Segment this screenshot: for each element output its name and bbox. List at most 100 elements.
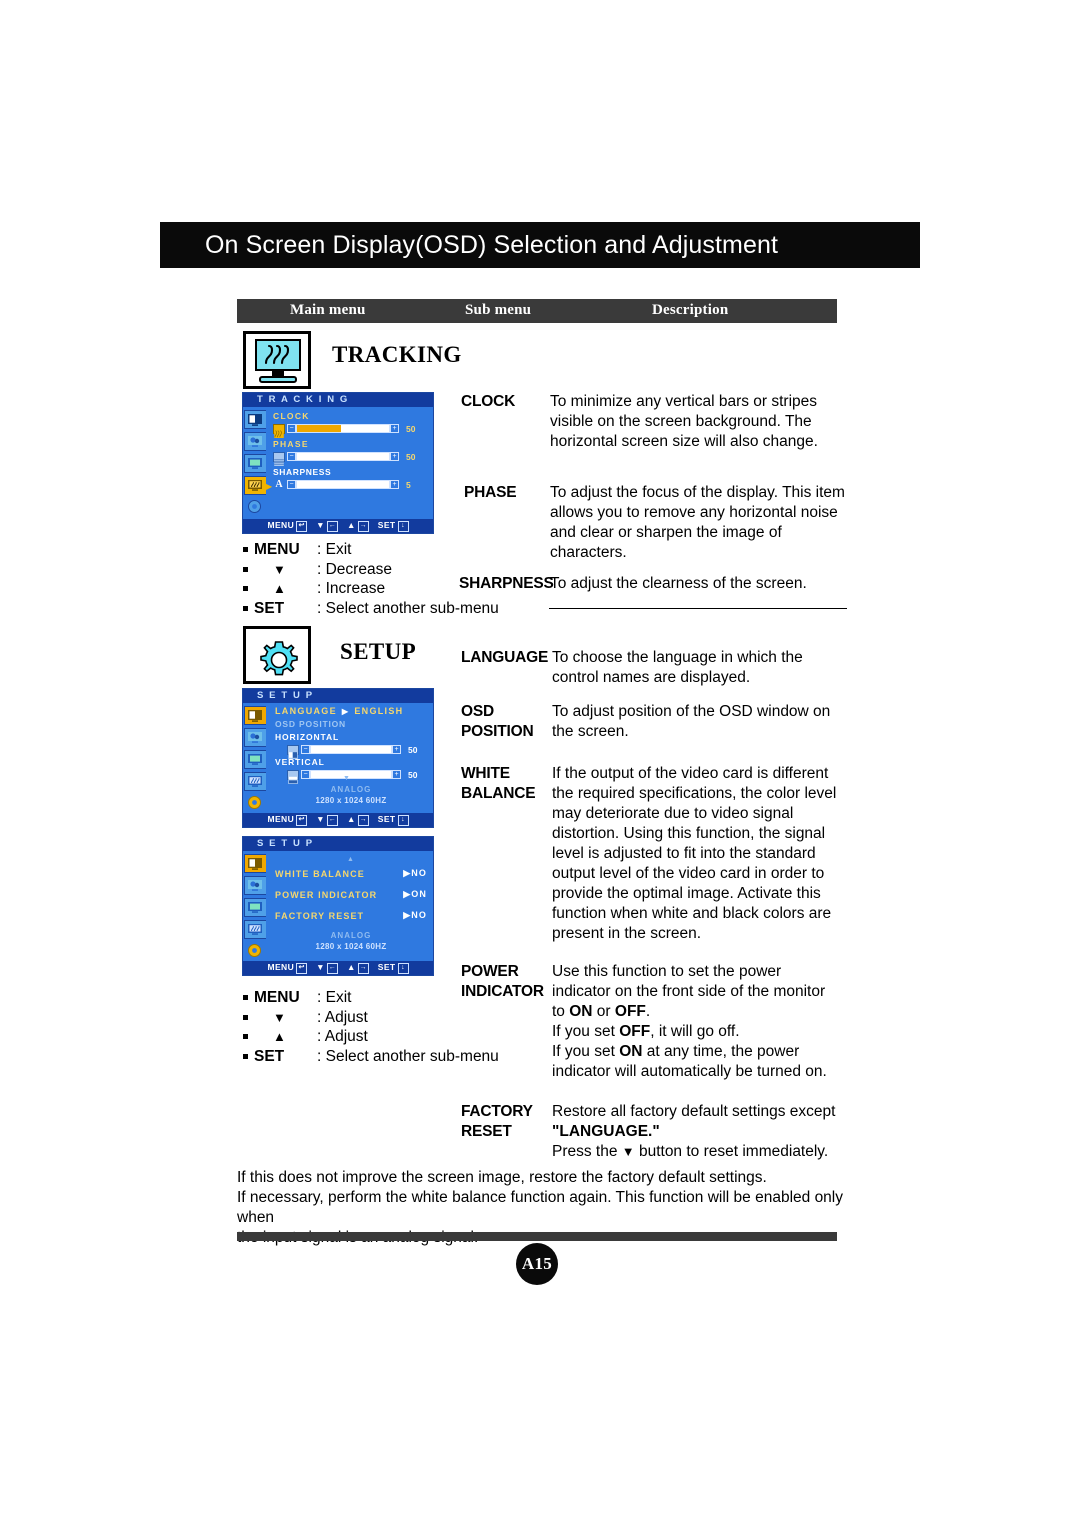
osd-down-button[interactable]: ▼ ← bbox=[316, 962, 338, 974]
column-header-sub-menu: Sub menu bbox=[465, 302, 532, 318]
horizontal-value: 50 bbox=[408, 744, 418, 755]
osd-menu-button[interactable]: MENU ↩ bbox=[267, 962, 308, 974]
phase-track[interactable] bbox=[296, 452, 390, 461]
phase-value: 50 bbox=[406, 451, 416, 462]
osd-osd-position-label: OSD POSITION bbox=[275, 719, 346, 729]
osd-tab-color-icon[interactable] bbox=[244, 728, 266, 747]
osd-slider-sharpness[interactable]: A − + 5 bbox=[273, 479, 431, 490]
osd-tab-position-icon[interactable] bbox=[244, 898, 266, 917]
osd-title-tracking: T R A C K I N G bbox=[243, 393, 433, 407]
chevron-right-icon: ▶ bbox=[341, 706, 350, 716]
page-title: On Screen Display(OSD) Selection and Adj… bbox=[205, 231, 779, 259]
clock-value: 50 bbox=[406, 423, 416, 434]
osd-set-button[interactable]: SET ↓ bbox=[378, 814, 409, 826]
osd-resolution: 1280 x 1024 60HZ bbox=[315, 796, 387, 805]
osd-sidebar-setup-1 bbox=[243, 703, 269, 813]
tracking-osd-screen: T R A C K I N G ▶ CLOCK − + 50 PHASE − +… bbox=[242, 392, 434, 534]
osd-tab-setup-icon[interactable] bbox=[244, 498, 266, 517]
osd-set-button[interactable]: SET ↓ bbox=[378, 520, 409, 532]
osd-up-button[interactable]: ▲ → bbox=[347, 520, 369, 532]
clock-track[interactable] bbox=[296, 424, 390, 433]
osd-tab-setup-icon-selected[interactable] bbox=[244, 794, 266, 813]
sub-menu-white-balance-line2: BALANCE bbox=[461, 785, 536, 802]
page-header-banner: On Screen Display(OSD) Selection and Adj… bbox=[160, 222, 920, 268]
osd-tab-color-icon[interactable] bbox=[244, 432, 266, 451]
osd-down-button[interactable]: ▼ ← bbox=[316, 520, 338, 532]
sub-menu-factory-reset: FACTORY RESET bbox=[461, 1102, 533, 1142]
down-arrow-icon: ▼ bbox=[273, 1009, 286, 1025]
osd-option-value-wrap: ▶NO bbox=[403, 910, 427, 921]
osd-tab-position-icon[interactable] bbox=[244, 454, 266, 473]
desc-line: to ON or OFF. bbox=[552, 1003, 651, 1020]
vertical-increase-button[interactable]: + bbox=[392, 770, 401, 779]
osd-slider-vertical[interactable]: − + 50 bbox=[275, 769, 431, 784]
osd-down-button[interactable]: ▼ ← bbox=[316, 814, 338, 826]
osd-tab-tracking-icon[interactable] bbox=[244, 920, 266, 939]
osd-menu-button[interactable]: MENU ↩ bbox=[267, 520, 308, 532]
osd-up-button[interactable]: ▲ → bbox=[347, 962, 369, 974]
osd-slider-clock[interactable]: − + 50 bbox=[273, 423, 431, 438]
osd-tab-position-icon[interactable] bbox=[244, 750, 266, 769]
description-phase: To adjust the focus of the display. This… bbox=[550, 484, 845, 561]
sharpness-decrease-button[interactable]: − bbox=[287, 480, 296, 489]
osd-footer-setup-2: MENU ↩ ▼ ← ▲ → SET ↓ bbox=[243, 961, 433, 975]
osd-option-value: ON bbox=[411, 889, 427, 899]
up-arrow-icon: ▲ bbox=[273, 581, 286, 596]
osd-language-row[interactable]: LANGUAGE ▶ ENGLISH bbox=[275, 706, 431, 716]
section-divider bbox=[549, 608, 847, 609]
sharpness-increase-button[interactable]: + bbox=[390, 480, 399, 489]
clock-increase-button[interactable]: + bbox=[390, 424, 399, 433]
osd-tab-color-icon[interactable] bbox=[244, 876, 266, 895]
desc-line: Restore all factory default settings exc… bbox=[552, 1103, 836, 1120]
sharpness-track[interactable] bbox=[296, 480, 390, 489]
horizontal-glyph-icon bbox=[287, 744, 299, 759]
horizontal-increase-button[interactable]: + bbox=[392, 745, 401, 754]
up-arrow-icon: ▲ bbox=[273, 1029, 286, 1044]
osd-tab-picture-icon[interactable] bbox=[244, 410, 266, 429]
vertical-glyph-icon bbox=[287, 769, 299, 784]
footnote-line-2: If necessary, perform the white balance … bbox=[237, 1189, 843, 1226]
osd-title-setup-1: S E T U P bbox=[243, 689, 433, 703]
phase-decrease-button[interactable]: − bbox=[287, 452, 296, 461]
osd-language-label: LANGUAGE bbox=[275, 706, 337, 716]
osd-tab-tracking-icon[interactable] bbox=[244, 772, 266, 791]
osd-row-label-vertical: VERTICAL bbox=[275, 757, 325, 767]
sub-menu-factory-reset-line1: FACTORY bbox=[461, 1103, 533, 1120]
sub-menu-power-indicator-line2: INDICATOR bbox=[461, 983, 544, 1000]
osd-row-label-sharpness: SHARPNESS bbox=[273, 467, 332, 477]
gear-setup-icon bbox=[260, 641, 298, 676]
osd-option-factory-reset[interactable]: FACTORY RESET ▶NO bbox=[275, 910, 427, 921]
phase-increase-button[interactable]: + bbox=[390, 452, 399, 461]
osd-set-button[interactable]: SET ↓ bbox=[378, 962, 409, 974]
desc-line: Use this function to set the power bbox=[552, 963, 782, 980]
osd-slider-phase[interactable]: − + 50 bbox=[273, 451, 431, 466]
page-number-badge: A15 bbox=[516, 1243, 558, 1285]
osd-slider-horizontal[interactable]: − + 50 bbox=[275, 744, 431, 759]
osd-up-button[interactable]: ▲ → bbox=[347, 814, 369, 826]
sub-menu-white-balance: WHITE BALANCE bbox=[461, 764, 536, 804]
osd-tab-tracking-icon[interactable] bbox=[244, 476, 266, 495]
sub-menu-sharpness: SHARPNESS bbox=[459, 575, 554, 592]
vertical-track[interactable] bbox=[310, 770, 392, 779]
description-power-indicator: Use this function to set the power indic… bbox=[552, 962, 852, 1082]
osd-title-setup-2: S E T U P bbox=[243, 837, 433, 851]
osd-option-power-indicator[interactable]: POWER INDICATOR ▶ON bbox=[275, 889, 427, 900]
osd-body-tracking: ▶ CLOCK − + 50 PHASE − + 50 SHARPNESS A … bbox=[243, 407, 433, 519]
clock-decrease-button[interactable]: − bbox=[287, 424, 296, 433]
osd-tab-picture-icon[interactable] bbox=[244, 854, 266, 873]
vertical-decrease-button[interactable]: − bbox=[301, 770, 310, 779]
horizontal-track[interactable] bbox=[310, 745, 392, 754]
osd-scroll-down-icon: ▼ bbox=[343, 775, 350, 782]
osd-tab-picture-icon[interactable] bbox=[244, 706, 266, 725]
desc-line: Press the ▼ button to reset immediately. bbox=[552, 1143, 829, 1160]
osd-tab-setup-icon-selected[interactable] bbox=[244, 942, 266, 961]
horizontal-decrease-button[interactable]: − bbox=[301, 745, 310, 754]
osd-option-white-balance[interactable]: WHITE BALANCE ▶NO bbox=[275, 868, 427, 879]
osd-option-value: NO bbox=[411, 868, 427, 878]
sub-menu-clock: CLOCK bbox=[461, 393, 516, 410]
osd-row-label-clock: CLOCK bbox=[273, 411, 310, 421]
phase-glyph-icon bbox=[273, 451, 285, 466]
osd-menu-button[interactable]: MENU ↩ bbox=[267, 814, 308, 826]
osd-option-label: WHITE BALANCE bbox=[275, 868, 365, 879]
monitor-tracking-icon bbox=[253, 339, 305, 384]
